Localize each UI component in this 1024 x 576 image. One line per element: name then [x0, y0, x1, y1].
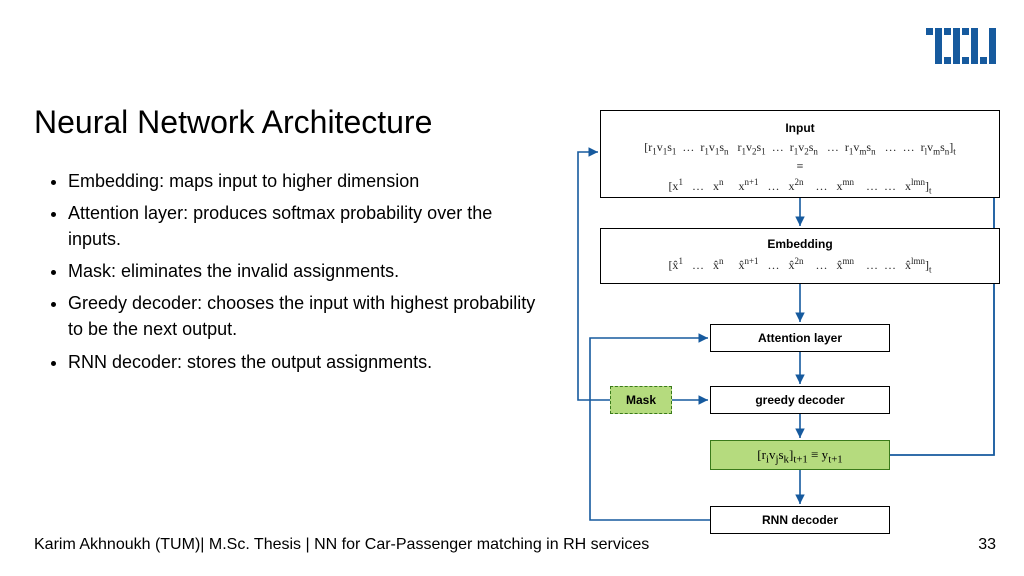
attention-block: Attention layer: [710, 324, 890, 352]
rnn-decoder-block: RNN decoder: [710, 506, 890, 534]
rnn-label: RNN decoder: [762, 513, 838, 527]
bullet: Embedding: maps input to higher dimensio…: [68, 168, 540, 194]
input-equiv: ≡: [601, 159, 999, 174]
embedding-block: Embedding [x̂1 … x̂n x̂n+1 … x̂2n … x̂mn…: [600, 228, 1000, 284]
input-label: Input: [785, 121, 814, 135]
architecture-diagram: Input [r1v1s1 … r1v1sn r1v2s1 … r1v2sn ……: [570, 108, 1000, 546]
greedy-label: greedy decoder: [755, 393, 844, 407]
slide-title: Neural Network Architecture: [34, 104, 432, 141]
page-number: 33: [978, 536, 996, 554]
footer-text: Karim Akhnoukh (TUM)| M.Sc. Thesis | NN …: [34, 536, 649, 554]
bullet: RNN decoder: stores the output assignmen…: [68, 349, 540, 375]
output-block: [rivjsk]t+1 ≡ yt+1: [710, 440, 890, 470]
input-seq-1: [r1v1s1 … r1v1sn r1v2s1 … r1v2sn … r1vms…: [601, 140, 999, 156]
slide: Neural Network Architecture Embedding: m…: [0, 0, 1024, 576]
bullet: Mask: eliminates the invalid assignments…: [68, 258, 540, 284]
output-expr: [rivjsk]t+1 ≡ yt+1: [757, 447, 842, 462]
embedding-label: Embedding: [767, 237, 832, 251]
tum-logo: [926, 28, 996, 69]
greedy-decoder-block: greedy decoder: [710, 386, 890, 414]
attention-label: Attention layer: [758, 331, 842, 345]
mask-block: Mask: [610, 386, 672, 414]
mask-label: Mask: [626, 393, 656, 407]
bullet-list: Embedding: maps input to higher dimensio…: [40, 168, 540, 381]
input-block: Input [r1v1s1 … r1v1sn r1v2s1 … r1v2sn ……: [600, 110, 1000, 198]
bullet: Greedy decoder: chooses the input with h…: [68, 290, 540, 342]
embedding-seq: [x̂1 … x̂n x̂n+1 … x̂2n … x̂mn … … x̂lmn…: [601, 256, 999, 274]
bullet: Attention layer: produces softmax probab…: [68, 200, 540, 252]
input-seq-2: [x1 … xn xn+1 … x2n … xmn … … xlmn]t: [601, 177, 999, 195]
